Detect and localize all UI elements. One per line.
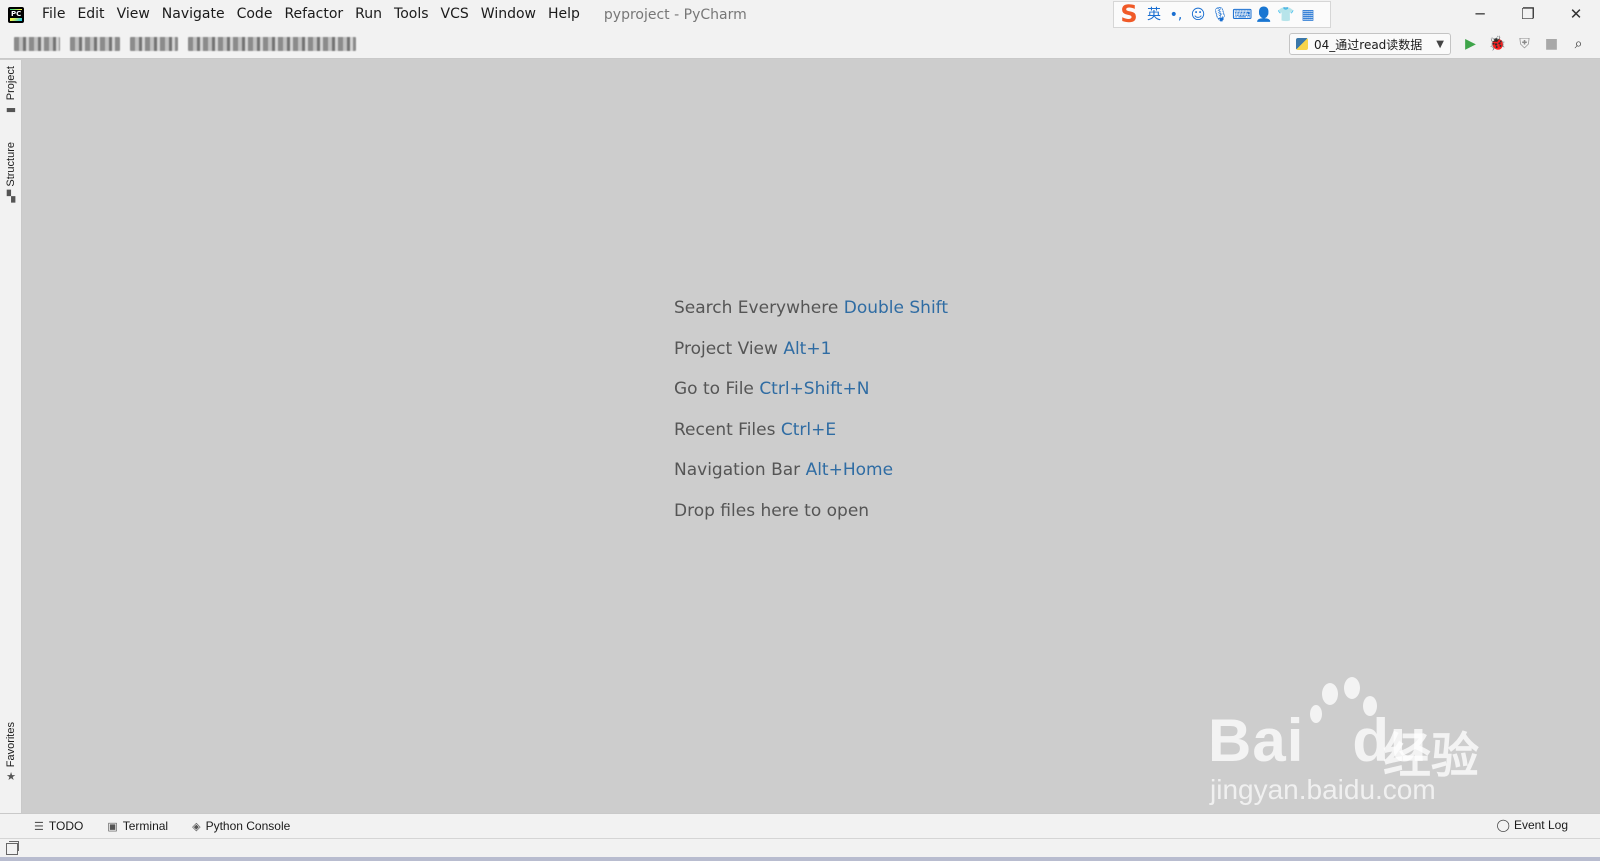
emoji-icon[interactable]: ☺ [1188,5,1208,25]
hint-go-to-file: Go to File Ctrl+Shift+N [674,377,948,418]
chevron-down-icon: ▼ [1436,38,1444,50]
list-icon: ☰ [34,820,44,833]
event-log-label: Event Log [1513,818,1568,832]
breadcrumb-item-redacted[interactable] [14,36,60,51]
hint-recent-files: Recent Files Ctrl+E [674,418,948,459]
menu-tools[interactable]: Tools [388,0,435,29]
menu-window[interactable]: Window [475,0,542,29]
tool-tab-terminal[interactable]: ▣ Terminal [107,819,168,833]
hint-shortcut: Ctrl+Shift+N [759,379,870,399]
microphone-icon[interactable]: 🎙 [1210,5,1230,25]
restore-button[interactable]: ❐ [1504,0,1552,29]
menu-file[interactable]: File [36,0,71,29]
taskbar-edge [0,857,1600,861]
coverage-icon[interactable]: ⛨ [1514,33,1535,55]
tool-tab-label: Terminal [122,819,169,833]
menu-edit[interactable]: Edit [71,0,110,29]
user-icon[interactable]: 👤 [1254,5,1274,25]
run-configuration-label: 04_通过read读数据 [1314,37,1423,52]
hint-shortcut: Alt+Home [805,460,894,480]
star-icon: ★ [6,770,16,784]
tool-tab-label: Structure [5,142,17,187]
menu-help[interactable]: Help [542,0,586,29]
bottom-tool-strip: ☰ TODO ▣ Terminal ◈ Python Console ◯ Eve… [0,813,1600,838]
tool-tab-favorites[interactable]: Favorites ★ [0,722,22,783]
keyboard-icon[interactable]: ⌨ [1232,5,1252,25]
structure-icon: ▚ [6,189,16,203]
python-icon: ◈ [192,820,201,833]
punctuation-icon[interactable]: •, [1166,5,1186,25]
breadcrumb-item-redacted[interactable] [188,36,356,51]
skin-icon[interactable]: 👕 [1276,5,1296,25]
breadcrumb [14,36,356,51]
tool-tab-label: TODO [48,819,84,833]
hint-search-everywhere: Search Everywhere Double Shift [674,296,948,337]
hint-text: Navigation Bar [674,460,801,480]
hint-shortcut: Alt+1 [783,338,832,359]
window-title: pyproject - PyCharm [603,6,747,23]
folder-icon: ▬ [5,103,17,117]
toolbox-icon[interactable]: ▦ [1298,5,1318,25]
tool-tab-structure[interactable]: Structure ▚ [0,142,22,203]
stop-icon[interactable]: ■ [1541,33,1562,55]
hint-shortcut: Double Shift [843,298,949,318]
python-file-icon [1296,38,1308,50]
window-controls: ─ ❐ ✕ [1456,0,1600,29]
hint-navigation-bar: Navigation Bar Alt+Home [674,458,948,499]
run-toolbar: ▶ 🐞 ⛨ ■ ⌕ [1460,33,1589,55]
run-icon[interactable]: ▶ [1460,33,1481,55]
baidu-watermark: Bai du 经验 jingyan.baidu.com [1208,676,1518,826]
menu-code[interactable]: Code [231,0,279,29]
search-icon[interactable]: ⌕ [1568,33,1589,55]
title-bar: File Edit View Navigate Code Refactor Ru… [0,0,1600,29]
menu-navigate[interactable]: Navigate [156,0,231,29]
hint-shortcut: Ctrl+E [780,419,837,440]
menu-refactor[interactable]: Refactor [278,0,349,29]
ime-mode-toggle[interactable]: 英 [1144,5,1164,25]
run-configuration-select[interactable]: 04_通过read读数据 ▼ [1289,33,1451,55]
tool-tab-python-console[interactable]: ◈ Python Console [192,819,290,833]
debug-icon[interactable]: 🐞 [1487,33,1508,55]
breadcrumb-item-redacted[interactable] [70,36,120,51]
tool-tab-project[interactable]: Project ▬ [0,66,22,116]
editor-hints: Search Everywhere Double Shift Project V… [674,296,948,539]
toggle-tool-windows-icon[interactable] [6,841,19,855]
breadcrumb-item-redacted[interactable] [130,36,178,51]
hint-text: Go to File [674,379,754,399]
left-tool-strip: Project ▬ Structure ▚ Favorites ★ [0,60,22,813]
tool-tab-label: Project [5,66,17,101]
main-menu: File Edit View Navigate Code Refactor Ru… [36,0,586,29]
minimize-button[interactable]: ─ [1456,0,1504,29]
menu-run[interactable]: Run [349,0,388,29]
hint-project-view: Project View Alt+1 [674,337,948,378]
terminal-icon: ▣ [107,820,118,833]
sogou-logo-icon[interactable]: S [1116,2,1142,28]
hint-text: Project View [674,338,778,359]
close-button[interactable]: ✕ [1552,0,1600,29]
watermark-url: jingyan.baidu.com [1210,774,1436,805]
menu-view[interactable]: View [111,0,156,29]
hint-text: Recent Files [674,419,776,440]
tool-tab-label: Python Console [205,819,291,833]
ime-toolbar: S 英 •, ☺ 🎙 ⌨ 👤 👕 ▦ [1113,1,1331,28]
tool-tab-todo[interactable]: ☰ TODO [34,819,83,833]
hint-drop-files: Drop files here to open [674,499,948,540]
hint-text: Search Everywhere [674,298,839,318]
menu-vcs[interactable]: VCS [435,0,475,29]
hint-text: Drop files here to open [674,500,870,521]
navigation-toolbar: 04_通过read读数据 ▼ ▶ 🐞 ⛨ ■ ⌕ [0,29,1600,59]
tool-tab-label: Favorites [5,722,17,768]
speech-bubble-icon: ◯ [1496,818,1510,832]
pycharm-logo-icon [8,6,24,23]
event-log-button[interactable]: ◯ Event Log [1497,818,1568,832]
